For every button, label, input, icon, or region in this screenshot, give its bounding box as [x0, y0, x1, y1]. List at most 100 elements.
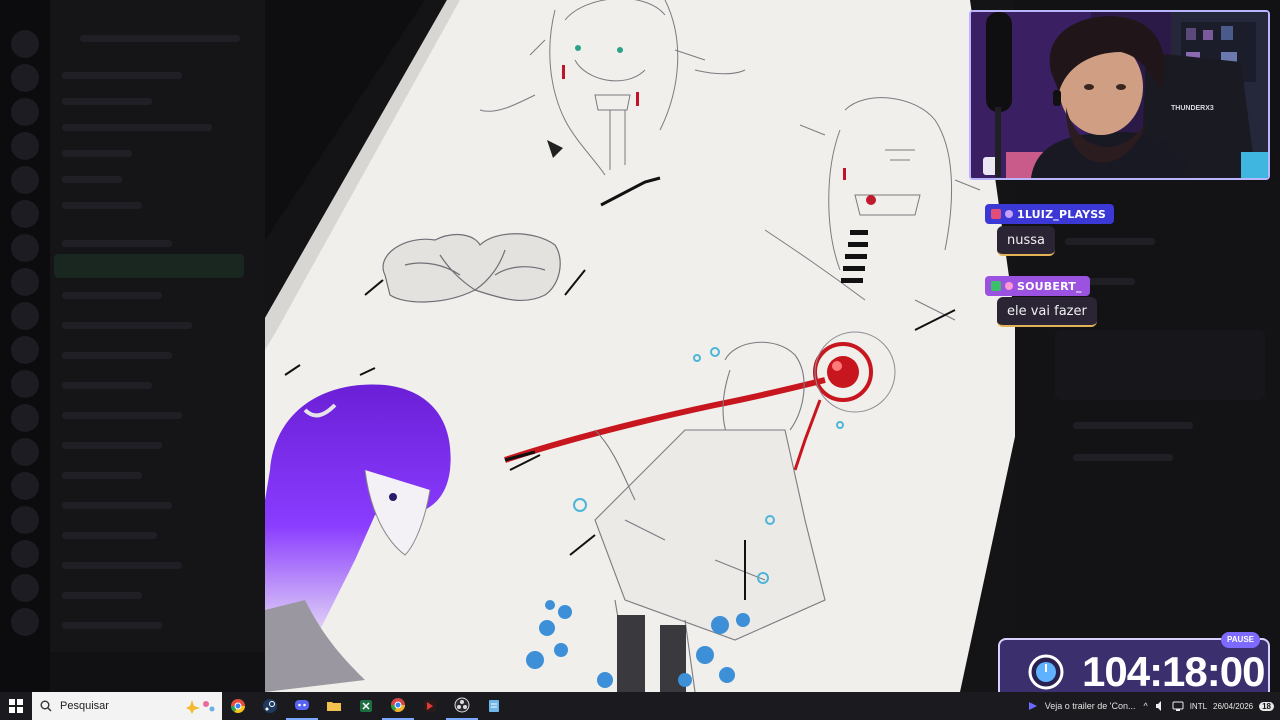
- gem-brooch: [866, 195, 876, 205]
- message-text: ele vai fazer: [1007, 303, 1087, 319]
- search-placeholder: Pesquisar: [60, 700, 109, 712]
- list-item[interactable]: [62, 382, 152, 389]
- drawing-tablet-view: [265, 0, 1015, 692]
- list-item[interactable]: [62, 442, 162, 449]
- obs-app-icon[interactable]: [446, 692, 478, 720]
- list-item[interactable]: [62, 412, 182, 419]
- vip-badge-icon: [991, 281, 1001, 291]
- list-item[interactable]: [62, 124, 212, 131]
- server-icon[interactable]: [11, 234, 39, 262]
- server-icon[interactable]: [11, 506, 39, 534]
- network-icon[interactable]: [1172, 700, 1184, 712]
- excel-app-icon[interactable]: [350, 692, 382, 720]
- list-item[interactable]: [62, 150, 132, 157]
- server-icon[interactable]: [11, 608, 39, 636]
- system-tray: ^ INTL 26/04/2026 18: [1143, 700, 1280, 712]
- moderator-badge-icon: [991, 209, 1001, 219]
- list-item[interactable]: [62, 502, 172, 509]
- stream-scene: THUNDERX3 1LUIZ_PLAYSS nussa SOUBERT_ el…: [0, 0, 1280, 720]
- chat-username-2: SOUBERT_: [985, 276, 1090, 296]
- server-icon[interactable]: [11, 268, 39, 296]
- username-label: 1LUIZ_PLAYSS: [1017, 207, 1107, 221]
- sub-badge-icon: [1005, 282, 1013, 290]
- list-item[interactable]: [62, 322, 192, 329]
- list-item[interactable]: [62, 98, 152, 105]
- server-icon[interactable]: [11, 574, 39, 602]
- server-icon[interactable]: [11, 404, 39, 432]
- server-icon[interactable]: [11, 166, 39, 194]
- start-button[interactable]: [0, 692, 32, 720]
- butterfly-ornament: [382, 233, 561, 303]
- timer-value: 104:18:00: [1082, 648, 1265, 695]
- chrome-app-icon[interactable]: [222, 692, 254, 720]
- chrome-beta-app-icon[interactable]: [382, 692, 414, 720]
- list-item[interactable]: [1073, 422, 1193, 429]
- server-icon[interactable]: [11, 30, 39, 58]
- username-label: SOUBERT_: [1017, 279, 1082, 293]
- chat-username-1: 1LUIZ_PLAYSS: [985, 204, 1115, 224]
- list-item[interactable]: [62, 176, 122, 183]
- news-icon: [1028, 702, 1037, 710]
- list-item[interactable]: [1065, 238, 1155, 245]
- active-dm[interactable]: [54, 254, 244, 278]
- list-item[interactable]: [62, 562, 182, 569]
- server-icon[interactable]: [11, 540, 39, 568]
- news-widget-text[interactable]: Veja o trailer de 'Con...: [1045, 701, 1136, 711]
- pause-badge: PAUSE: [1221, 632, 1260, 648]
- tray-date[interactable]: 26/04/2026: [1213, 702, 1253, 711]
- discord-app-icon[interactable]: [286, 692, 318, 720]
- notepad-app-icon[interactable]: [478, 692, 510, 720]
- webcam-overlay: THUNDERX3: [969, 10, 1270, 180]
- list-item[interactable]: [62, 292, 162, 299]
- list-item[interactable]: [62, 240, 172, 247]
- tray-chevron-icon[interactable]: ^: [1143, 701, 1147, 711]
- list-item[interactable]: [62, 592, 142, 599]
- windows-taskbar: Pesquisar Veja o trailer de 'Con... ^ IN…: [0, 692, 1280, 720]
- list-item[interactable]: [62, 202, 142, 209]
- list-item[interactable]: [62, 622, 162, 629]
- eye-right: [617, 47, 623, 53]
- keyboard-language[interactable]: INTL: [1190, 702, 1207, 711]
- taskbar-search[interactable]: Pesquisar: [32, 692, 222, 720]
- webcam-feed: THUNDERX3: [971, 12, 1268, 178]
- server-icon[interactable]: [11, 472, 39, 500]
- server-icon[interactable]: [11, 200, 39, 228]
- list-item[interactable]: [62, 532, 157, 539]
- list-item[interactable]: [62, 72, 182, 79]
- sketch-canvas: [265, 0, 1015, 692]
- sub-badge-icon: [1005, 210, 1013, 218]
- list-item[interactable]: [62, 472, 142, 479]
- search-icon: [40, 700, 52, 712]
- earring-right: [636, 92, 639, 106]
- list-item[interactable]: [62, 352, 172, 359]
- steam-app-icon[interactable]: [254, 692, 286, 720]
- member-list: [1015, 180, 1280, 692]
- clock-icon: [1028, 654, 1064, 690]
- server-icon[interactable]: [11, 438, 39, 466]
- chat-message-2: ele vai fazer: [997, 297, 1097, 327]
- server-rail: [0, 0, 50, 692]
- windows-logo-icon: [9, 699, 23, 713]
- earring-left: [562, 65, 565, 79]
- chair-brand-text: THUNDERX3: [1171, 105, 1214, 112]
- search-highlight-icon: [186, 700, 215, 714]
- server-icon[interactable]: [11, 132, 39, 160]
- leg-left: [617, 615, 645, 692]
- server-icon[interactable]: [11, 98, 39, 126]
- message-text: nussa: [1007, 232, 1045, 248]
- file-explorer-icon[interactable]: [318, 692, 350, 720]
- music-app-icon[interactable]: [414, 692, 446, 720]
- server-icon[interactable]: [11, 64, 39, 92]
- chat-message-1: nussa: [997, 226, 1055, 256]
- eye-left: [575, 45, 581, 51]
- channel-list: [50, 0, 265, 692]
- notification-count-badge[interactable]: 18: [1259, 701, 1274, 711]
- server-icon[interactable]: [11, 336, 39, 364]
- user-panel: [50, 652, 265, 692]
- search-bar[interactable]: [80, 35, 240, 42]
- activity-card: [1055, 330, 1265, 400]
- list-item[interactable]: [1073, 454, 1173, 461]
- server-icon[interactable]: [11, 370, 39, 398]
- speaker-icon[interactable]: [1154, 700, 1166, 712]
- server-icon[interactable]: [11, 302, 39, 330]
